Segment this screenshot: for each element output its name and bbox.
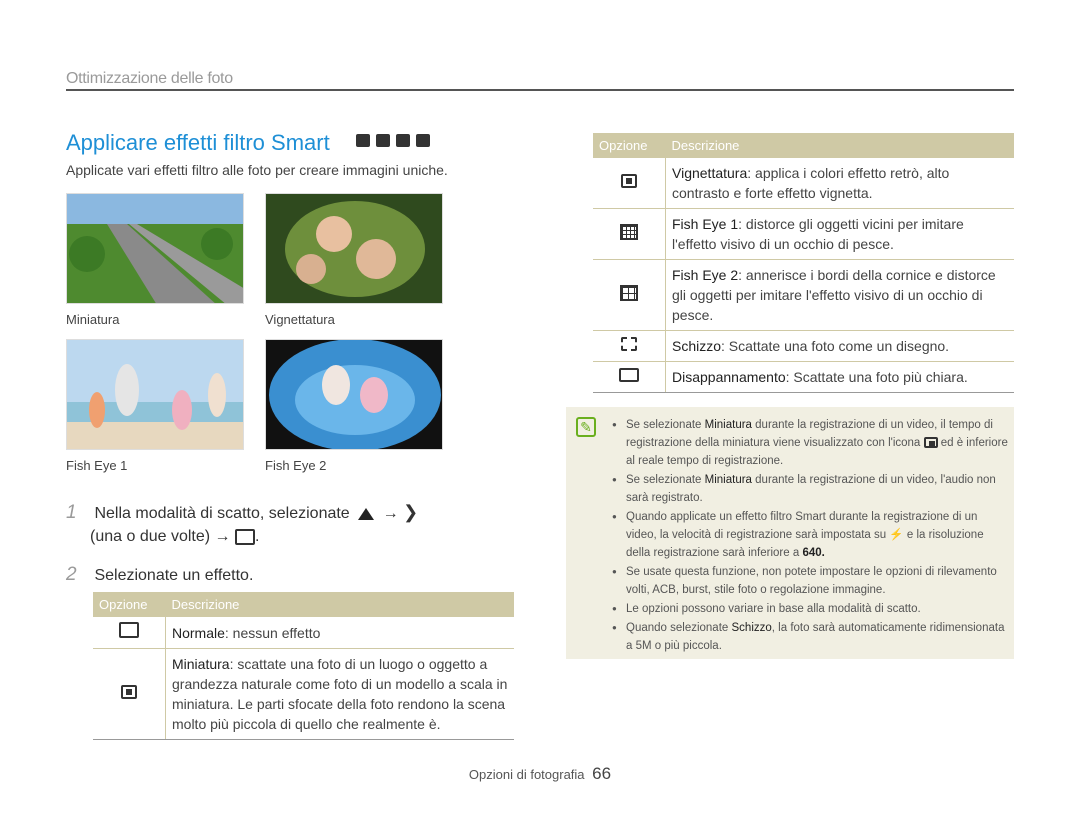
step-text: Selezionate un effetto. [94, 567, 254, 584]
note-item: Quando applicate un effetto filtro Smart… [612, 508, 1008, 562]
notes-list: Se selezionate Miniatura durante la regi… [612, 416, 1008, 656]
normal-filter-icon [119, 622, 139, 638]
step-end: . [254, 528, 260, 545]
chevron-right-icon: ❯ [403, 502, 419, 522]
option-name: Miniatura [172, 656, 230, 672]
arrow-glyph: → [214, 528, 231, 545]
page-title: Applicare effetti filtro Smart [66, 130, 330, 155]
options-table-right: Opzione Descrizione Vignettatura: applic… [593, 133, 1014, 393]
speed-icon: ⚡ [889, 529, 904, 541]
option-name: Disappannamento [672, 369, 786, 385]
page-footer: Opzioni di fotografia 66 [0, 764, 1080, 784]
step-1: 1 Nella modalità di scatto, selezionate … [66, 502, 418, 524]
note-icon: ✎ [576, 417, 596, 437]
option-name: Vignettatura [672, 165, 748, 181]
miniature-icon [923, 437, 938, 449]
dual-is-icon [396, 134, 410, 147]
step-text: (una o due volte) [90, 528, 211, 545]
photo-vignettatura [265, 193, 443, 304]
section-title: Ottimizzazione delle foto [66, 70, 233, 87]
option-desc: : Scattate una foto più chiara. [785, 369, 968, 385]
note-text: Se selezionate [626, 419, 705, 431]
smart-camera-icon [376, 134, 390, 147]
mode-dial-icon [358, 507, 375, 520]
table-row: Vignettatura: applica i colori effetto r… [593, 158, 1014, 209]
note-bold: Schizzo [731, 622, 772, 634]
intro-text: Applicate vari effetti filtro alle foto … [66, 162, 448, 178]
table-row: Disappannamento: Scattate una foto più c… [593, 361, 1014, 393]
option-desc: : Scattate una foto come un disegno. [721, 338, 950, 354]
sketch-icon [621, 337, 637, 351]
step-text: Nella modalità di scatto, selezionate [94, 505, 350, 522]
note-text: Se usate questa funzione, non potete imp… [626, 566, 997, 596]
filter-icon [234, 528, 255, 545]
caption-fish-eye-2: Fish Eye 2 [265, 458, 327, 473]
photo-miniatura [66, 193, 244, 304]
step-1-line-2: (una o due volte) → . [90, 528, 259, 546]
option-name: Fish Eye 1 [672, 216, 739, 232]
note-bold: Miniatura [704, 474, 752, 486]
step-2: 2 Selezionate un effetto. [66, 564, 253, 586]
option-name: Schizzo [672, 338, 722, 354]
option-name: Fish Eye 2 [672, 267, 739, 283]
note-text: Se selezionate [626, 474, 705, 486]
note-bold: Miniatura [704, 419, 752, 431]
resolution-5m: 5M o più piccola. [635, 640, 722, 652]
movie-icon [416, 134, 430, 147]
col-descrizione: Descrizione [165, 592, 514, 617]
step-number: 1 [66, 502, 77, 523]
col-opzione: Opzione [593, 133, 666, 158]
note-text: Quando selezionate [626, 622, 732, 634]
note-item: Quando selezionate Schizzo, la foto sarà… [612, 619, 1008, 655]
header-rule [66, 89, 1014, 91]
page-number: 66 [592, 764, 612, 783]
arrow-glyph: → [382, 505, 399, 522]
table-row: Normale: nessun effetto [93, 617, 514, 649]
note-item: Se selezionate Miniatura durante la regi… [612, 416, 1008, 470]
table-row: Miniatura: scattate una foto di un luogo… [93, 648, 514, 740]
footer-label: Opzioni di fotografia [468, 767, 585, 782]
table-row: Fish Eye 2: annerisce i bordi della corn… [593, 259, 1014, 331]
note-item: Se usate questa funzione, non potete imp… [612, 563, 1008, 599]
option-desc: : nessun effetto [224, 624, 321, 641]
table-row: Fish Eye 1: distorce gli oggetti vicini … [593, 208, 1014, 260]
col-opzione: Opzione [93, 592, 166, 617]
photo-fish-eye-1 [66, 339, 244, 450]
defog-icon [619, 368, 639, 382]
caption-miniatura: Miniatura [66, 312, 120, 327]
miniature-icon [121, 685, 137, 699]
mode-icons [356, 134, 430, 147]
camera-icon [356, 134, 370, 147]
vignette-icon [621, 174, 637, 188]
caption-vignettatura: Vignettatura [265, 312, 335, 327]
caption-fish-eye-1: Fish Eye 1 [66, 458, 128, 473]
fish-eye-2-icon [620, 284, 638, 301]
option-name: Normale [172, 624, 225, 641]
fish-eye-1-icon [620, 223, 638, 240]
note-text: Le opzioni possono variare in base alla … [626, 603, 921, 615]
table-row: Schizzo: Scattate una foto come un diseg… [593, 330, 1014, 362]
resolution-640: 640. [802, 547, 825, 559]
note-item: Le opzioni possono variare in base alla … [612, 600, 1008, 618]
col-descrizione: Descrizione [665, 133, 1014, 158]
step-number: 2 [66, 564, 77, 585]
options-table-left: Opzione Descrizione Normale: nessun effe… [93, 592, 514, 740]
note-item: Se selezionate Miniatura durante la regi… [612, 471, 1008, 507]
photo-fish-eye-2 [265, 339, 443, 450]
